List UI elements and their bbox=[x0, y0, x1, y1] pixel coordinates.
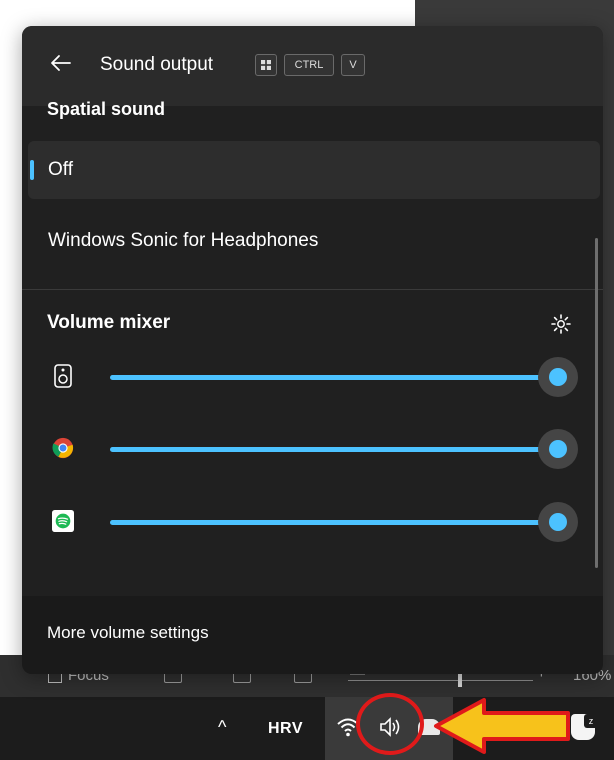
pointer-arrow-icon bbox=[434, 698, 570, 754]
flyout-footer: More volume settings bbox=[22, 596, 603, 674]
do-not-disturb-badge: z bbox=[584, 714, 598, 728]
flyout-scrollbar[interactable] bbox=[595, 238, 598, 568]
gear-icon[interactable] bbox=[550, 313, 572, 335]
input-language-indicator[interactable]: HRV bbox=[268, 720, 303, 738]
volume-slider-thumb[interactable] bbox=[538, 502, 578, 542]
spatial-option-windows-sonic[interactable]: Windows Sonic for Headphones bbox=[28, 212, 600, 270]
v-key: V bbox=[341, 54, 365, 76]
show-hidden-icons-button[interactable]: ^ bbox=[218, 717, 226, 738]
spotify-icon bbox=[52, 510, 74, 532]
speaker-icon bbox=[54, 364, 72, 388]
chrome-icon bbox=[52, 437, 74, 459]
flyout-header: Sound output CTRL V bbox=[22, 26, 603, 106]
divider bbox=[22, 289, 603, 290]
back-arrow-icon[interactable] bbox=[50, 52, 72, 74]
spatial-sound-heading: Spatial sound bbox=[47, 99, 166, 119]
mixer-row-speaker bbox=[22, 356, 603, 397]
option-label: Off bbox=[48, 159, 73, 180]
volume-slider-thumb[interactable] bbox=[538, 357, 578, 397]
sound-output-flyout: Sound output CTRL V Spatial sound Off Wi… bbox=[22, 26, 603, 674]
spatial-option-off[interactable]: Off bbox=[28, 141, 600, 199]
flyout-title: Sound output bbox=[100, 54, 214, 75]
more-volume-settings-link[interactable]: More volume settings bbox=[47, 623, 209, 643]
ctrl-key: CTRL bbox=[284, 54, 334, 76]
volume-slider-track[interactable] bbox=[110, 520, 557, 525]
option-label: Windows Sonic for Headphones bbox=[48, 230, 319, 251]
zoom-slider-thumb[interactable] bbox=[458, 673, 462, 687]
volume-slider-track[interactable] bbox=[110, 447, 557, 452]
volume-slider-thumb[interactable] bbox=[538, 429, 578, 469]
zoom-slider[interactable] bbox=[348, 680, 533, 681]
highlight-circle bbox=[356, 693, 424, 755]
volume-mixer-heading: Volume mixer bbox=[47, 312, 171, 333]
mixer-row-spotify bbox=[22, 501, 603, 542]
mixer-row-chrome bbox=[22, 428, 603, 469]
volume-slider-track[interactable] bbox=[110, 375, 557, 380]
selection-indicator bbox=[30, 160, 34, 180]
windows-key-icon bbox=[255, 54, 277, 76]
